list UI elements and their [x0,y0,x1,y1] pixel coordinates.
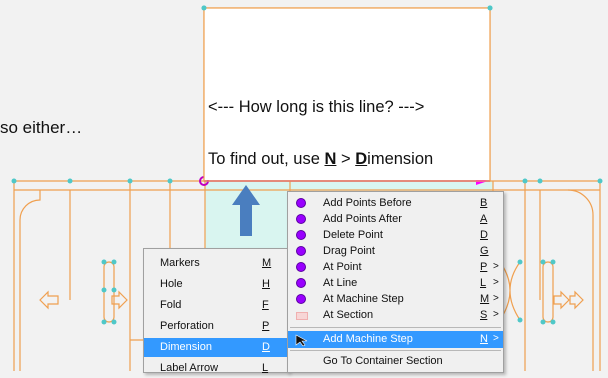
purple-dot-icon [297,263,305,271]
cursor-arrow-icon [295,334,308,346]
menu-item-go-to-container-section[interactable]: Go To Container Section [288,353,503,370]
menu-item-label: At Line [323,277,358,289]
callout-question: <--- How long is this line? ---> [208,98,425,116]
instruction-n: N [324,150,337,168]
submenu-arrow-icon: > [493,293,499,304]
instruction-separator: > [336,150,356,168]
instruction-d: D [355,150,368,168]
purple-dot-icon [297,215,305,223]
purple-dot-icon [297,295,305,303]
menu-item-at-machine-step[interactable]: At Machine Step M > [288,291,503,308]
menu-item-label: Label Arrow [160,362,219,374]
menu-item-delete-point[interactable]: Delete Point D [288,227,503,244]
menu-item-hole[interactable]: Hole H [144,275,288,294]
menu-item-shortcut: N [480,333,488,345]
background-text: so either… [0,118,83,137]
menu-item-fold[interactable]: Fold F [144,296,288,315]
menu-item-shortcut: A [480,213,488,225]
menu-item-label: Dimension [160,341,212,353]
menu-separator [290,350,501,351]
menu-item-shortcut: M [480,293,490,305]
menu-item-label: Hole [160,278,183,290]
menu-item-dimension[interactable]: Dimension D [144,338,288,357]
menu-item-label: Fold [160,299,182,311]
menu-item-label: Delete Point [323,229,383,241]
menu-item-label: At Section [323,309,374,321]
menu-item-shortcut: L [262,362,269,374]
purple-dot-icon [297,199,305,207]
submenu-arrow-icon: > [493,277,499,288]
instruction-suffix: imension [367,150,434,168]
menu-item-shortcut: P [480,261,488,273]
menu-item-shortcut: F [262,299,269,311]
menu-item-shortcut: M [262,257,272,269]
context-menu: Add Points Before B Add Points After A Delet… [287,191,504,373]
menu-separator [290,327,501,328]
section-icon [296,312,308,320]
menu-item-at-section[interactable]: At Section S > [288,307,503,324]
menu-item-shortcut: L [480,277,487,289]
menu-item-at-line[interactable]: At Line L > [288,275,503,292]
menu-item-drag-point[interactable]: Drag Point G [288,243,503,260]
menu-item-add-machine-step[interactable]: Add Machine Step N > [288,331,503,348]
submenu-arrow-icon: > [493,261,499,272]
menu-item-perforation[interactable]: Perforation P [144,317,288,336]
menu-item-label: Go To Container Section [323,355,443,367]
dimension-submenu: Markers M Hole H Fold F Perforation P Dimension D… [143,248,289,374]
menu-item-label: Markers [160,257,200,269]
purple-dot-icon [297,279,305,287]
menu-item-label: At Machine Step [323,293,404,305]
submenu-arrow-icon: > [493,333,499,344]
menu-item-markers[interactable]: Markers M [144,254,288,273]
menu-item-label: Add Points Before [323,197,412,209]
instruction-prefix: To find out, use [208,150,325,168]
menu-item-shortcut: S [480,309,488,321]
purple-dot-icon [297,231,305,239]
menu-item-label: Add Machine Step [323,333,413,345]
submenu-arrow-icon: > [493,309,499,320]
callout-instruction: To find out, use N > Dimension [208,150,433,169]
menu-item-label-arrow[interactable]: Label Arrow L [144,359,288,378]
menu-item-shortcut: D [480,229,488,241]
menu-item-shortcut: H [262,278,270,290]
menu-item-at-point[interactable]: At Point P > [288,259,503,276]
menu-item-label: Drag Point [323,245,375,257]
menu-item-shortcut: B [480,197,488,209]
menu-item-label: Add Points After [323,213,402,225]
menu-item-shortcut: P [262,320,270,332]
menu-item-shortcut: D [262,341,270,353]
menu-item-shortcut: G [480,245,489,257]
menu-item-add-points-after[interactable]: Add Points After A [288,211,503,228]
purple-dot-icon [297,247,305,255]
menu-item-label: Perforation [160,320,214,332]
menu-item-add-points-before[interactable]: Add Points Before B [288,195,503,212]
menu-item-label: At Point [323,261,362,273]
